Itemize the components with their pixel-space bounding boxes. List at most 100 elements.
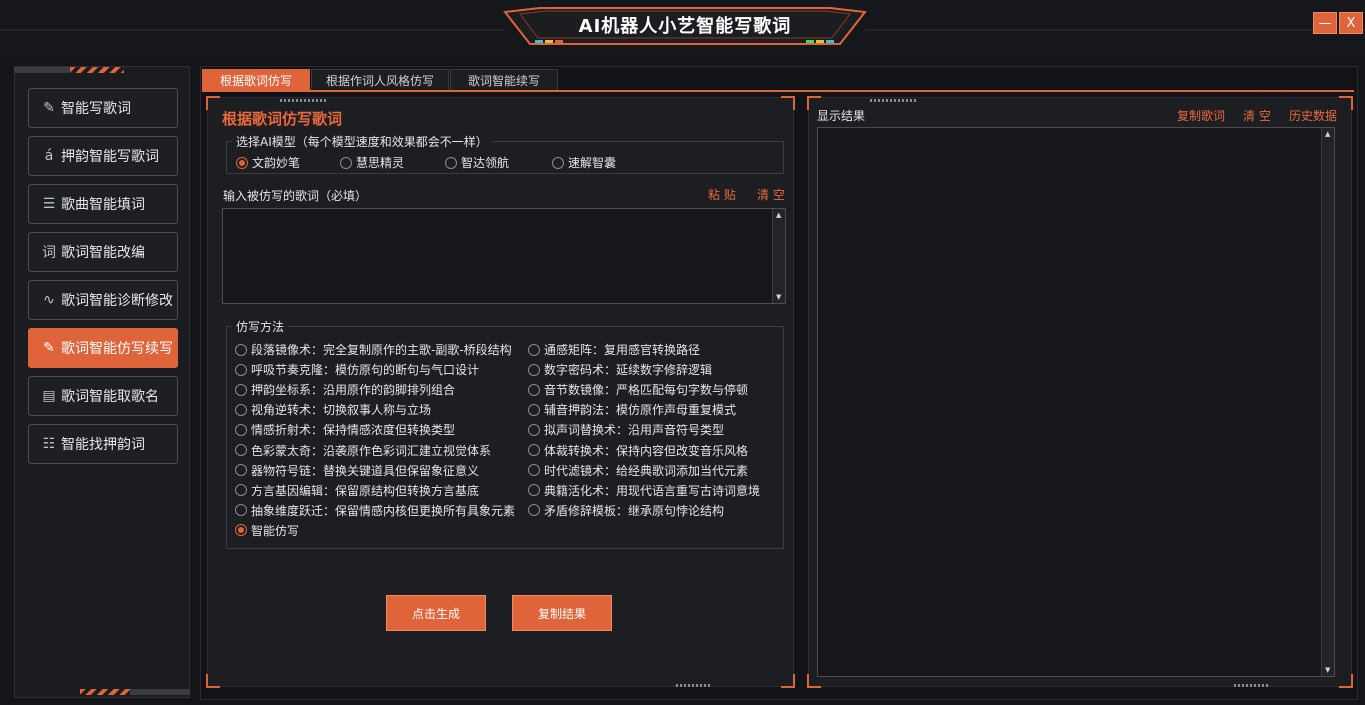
left-panel-corner-tr — [781, 96, 795, 110]
sidebar-item-4[interactable]: ∿ 歌词智能诊断修改 — [28, 280, 178, 320]
sliders-icon: ☷ — [42, 436, 56, 452]
copy-lyrics-button[interactable]: 复制歌词 — [1177, 107, 1225, 124]
result-output[interactable] — [817, 127, 1335, 677]
document-icon: ▤ — [42, 388, 56, 404]
method-radio[interactable]: 矛盾修辞模板：继承原句悖论结构 — [528, 502, 724, 519]
accent-a-icon: á — [44, 148, 54, 164]
method-group-label: 仿写方法 — [232, 318, 289, 335]
scroll-down-icon[interactable]: ▼ — [776, 293, 781, 301]
radio-dot-icon[interactable] — [528, 464, 540, 477]
method-label: 典籍活化术：用现代语言重写古诗词意境 — [544, 483, 761, 498]
method-label: 智能仿写 — [251, 523, 300, 538]
sidebar-item-3[interactable]: 词歌词智能改编 — [28, 232, 178, 272]
radio-dot-icon[interactable] — [445, 156, 457, 169]
radio-dot-icon[interactable] — [552, 156, 564, 169]
model-label: 慧思精灵 — [356, 156, 405, 170]
radio-dot-icon[interactable] — [528, 484, 540, 497]
method-radio[interactable]: 抽象维度跃迁：保留情感内核但更换所有具象元素 — [235, 502, 515, 519]
pen-icon: ✎ — [43, 100, 55, 116]
radio-dot-icon[interactable] — [528, 383, 540, 396]
left-panel-corner-bl — [206, 674, 220, 688]
word-box-icon: 词 — [42, 245, 56, 261]
method-radio[interactable]: 方言基因编辑：保留原结构但转换方言基底 — [235, 482, 479, 499]
clear-input-button[interactable]: 清 空 — [757, 186, 785, 203]
method-radio[interactable]: 辅音押韵法：模仿原作声母重复模式 — [528, 401, 736, 418]
sidebar-item-7[interactable]: ☷ 智能找押韵词 — [28, 424, 178, 464]
scroll-up-icon[interactable]: ▲ — [1325, 130, 1330, 138]
method-radio[interactable]: 视角逆转术：切换叙事人称与立场 — [235, 401, 431, 418]
radio-dot-icon[interactable] — [235, 363, 247, 376]
method-label: 体裁转换术：保持内容但改变音乐风格 — [544, 443, 749, 458]
generate-button[interactable]: 点击生成 — [386, 595, 486, 631]
radio-dot-icon[interactable] — [235, 423, 247, 436]
pulse-icon: ∿ — [43, 292, 55, 308]
history-button[interactable]: 历史数据 — [1289, 107, 1337, 124]
tab-imitate-lyrics[interactable]: 根据歌词仿写 — [202, 69, 310, 91]
sidebar-item-1[interactable]: á 押韵智能写歌词 — [28, 136, 178, 176]
radio-dot-icon[interactable] — [235, 484, 247, 497]
tab-lyricist-style[interactable]: 根据作词人风格仿写 — [311, 69, 449, 91]
radio-dot-icon[interactable] — [528, 423, 540, 436]
method-radio[interactable]: 通感矩阵：复用感官转换路径 — [528, 341, 700, 358]
radio-dot-icon[interactable] — [235, 444, 247, 456]
method-radio[interactable]: 拟声词替换术：沿用声音符号类型 — [528, 421, 724, 438]
radio-dot-icon[interactable] — [528, 363, 540, 376]
method-radio[interactable]: 体裁转换术：保持内容但改变音乐风格 — [528, 442, 748, 459]
paste-button[interactable]: 粘 贴 — [708, 186, 736, 203]
sidebar-item-label: 歌词智能仿写续写 — [61, 341, 173, 357]
method-radio[interactable]: 智能仿写 — [235, 522, 299, 539]
method-radio[interactable]: 呼吸节奏克隆：模仿原句的断句与气口设计 — [235, 361, 479, 378]
radio-dot-icon[interactable] — [340, 156, 352, 169]
method-label: 辅音押韵法：模仿原作声母重复模式 — [544, 403, 737, 418]
method-radio[interactable]: 情感折射术：保持情感浓度但转换类型 — [235, 421, 455, 438]
sidebar-bottom-bar — [130, 689, 190, 695]
method-label: 音节数镜像：严格匹配每句字数与停顿 — [544, 383, 749, 398]
method-radio[interactable]: 段落镜像术：完全复制原作的主歌-副歌-桥段结构 — [235, 341, 512, 358]
scroll-up-icon[interactable]: ▲ — [776, 211, 781, 219]
radio-dot-icon[interactable] — [528, 403, 540, 416]
method-label: 通感矩阵：复用感官转换路径 — [544, 343, 701, 357]
tab-lyrics-continue[interactable]: 歌词智能续写 — [450, 69, 558, 91]
radio-dot-icon[interactable] — [235, 504, 247, 517]
model-radio-1[interactable]: 慧思精灵 — [340, 154, 404, 171]
radio-dot-icon[interactable] — [235, 403, 247, 416]
radio-dot-icon[interactable] — [528, 343, 540, 356]
sidebar-item-label: 歌曲智能填词 — [61, 197, 145, 213]
result-title: 显示结果 — [817, 109, 866, 123]
lyrics-input-scrollbar[interactable]: ▲ ▼ — [772, 209, 785, 303]
radio-dot-icon[interactable] — [528, 444, 540, 456]
sidebar-item-2[interactable]: ☰ 歌曲智能填词 — [28, 184, 178, 224]
tab-underline — [202, 90, 1354, 92]
minimize-button[interactable]: — — [1313, 12, 1337, 34]
model-radio-3[interactable]: 速解智囊 — [552, 154, 616, 171]
method-radio[interactable]: 押韵坐标系：沿用原作的韵脚排列组合 — [235, 381, 455, 398]
edit-icon: ✎ — [43, 340, 55, 356]
radio-dot-icon[interactable] — [528, 504, 540, 517]
scroll-down-icon[interactable]: ▼ — [1325, 666, 1330, 674]
sidebar-item-6[interactable]: ▤ 歌词智能取歌名 — [28, 376, 178, 416]
method-label: 抽象维度跃迁：保留情感内核但更换所有具象元素 — [251, 503, 516, 518]
model-radio-0[interactable]: 文韵妙笔 — [236, 154, 300, 171]
radio-dot-icon[interactable] — [235, 464, 247, 477]
copy-result-button[interactable]: 复制结果 — [512, 595, 612, 631]
sidebar-item-0[interactable]: ✎ 智能写歌词 — [28, 88, 178, 128]
close-button[interactable]: X — [1339, 12, 1363, 34]
radio-dot-icon[interactable] — [235, 383, 247, 396]
radio-dot-icon[interactable] — [235, 343, 247, 356]
method-radio[interactable]: 器物符号链：替换关键道具但保留象征意义 — [235, 462, 479, 479]
method-radio[interactable]: 音节数镜像：严格匹配每句字数与停顿 — [528, 381, 748, 398]
model-radio-2[interactable]: 智达领航 — [445, 154, 509, 171]
radio-dot-icon[interactable] — [236, 156, 248, 169]
method-radio[interactable]: 典籍活化术：用现代语言重写古诗词意境 — [528, 482, 760, 499]
method-radio[interactable]: 数字密码术：延续数字修辞逻辑 — [528, 361, 712, 378]
method-radio[interactable]: 时代滤镜术：给经典歌词添加当代元素 — [528, 462, 748, 479]
result-output-scrollbar[interactable]: ▲ ▼ — [1321, 128, 1334, 676]
method-radio[interactable]: 色彩蒙太奇：沿袭原作色彩词汇建立视觉体系 — [235, 442, 491, 459]
method-label: 矛盾修辞模板：继承原句悖论结构 — [544, 503, 725, 518]
sidebar-item-5[interactable]: ✎ 歌词智能仿写续写 — [28, 328, 178, 368]
method-label: 段落镜像术：完全复制原作的主歌-副歌-桥段结构 — [251, 343, 512, 357]
radio-dot-icon[interactable] — [235, 524, 247, 537]
clear-result-button[interactable]: 清 空 — [1243, 107, 1271, 124]
right-panel-corner-br — [1339, 674, 1353, 688]
lyrics-input[interactable] — [222, 208, 786, 304]
